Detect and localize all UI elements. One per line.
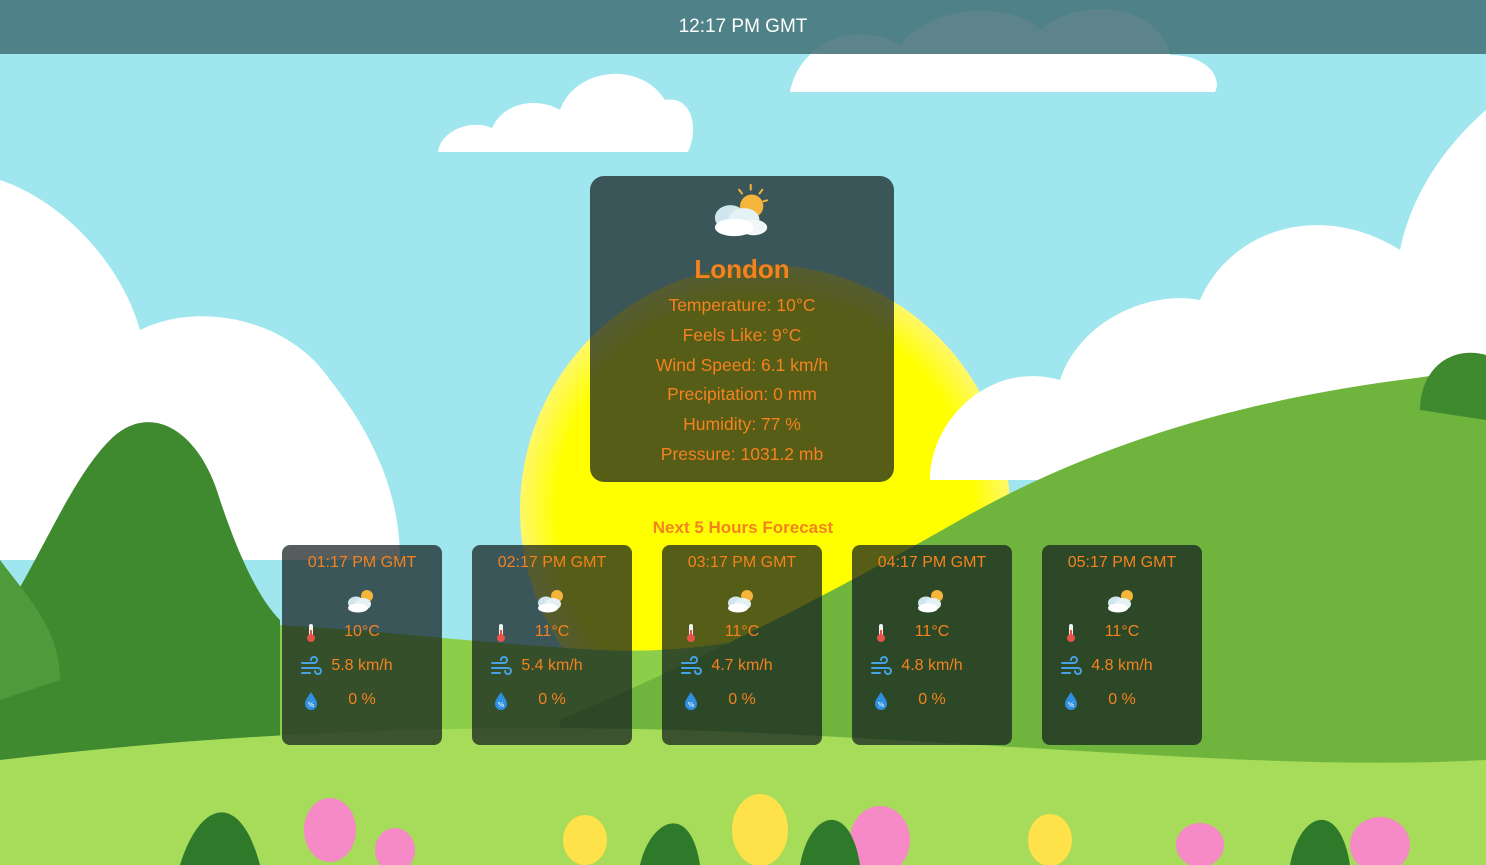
partly-cloudy-icon	[918, 590, 943, 613]
forecast-card: 01:17 PM GMT 10°C 5.8 km/h % 0 %	[282, 545, 442, 745]
forecast-temp: 10°C	[344, 623, 380, 640]
partly-cloudy-icon	[728, 590, 753, 613]
forecast-temp: 11°C	[914, 623, 950, 640]
forecast-precip: 0 %	[1108, 691, 1136, 708]
forecast-wind: 4.8 km/h	[1091, 657, 1153, 674]
top-time-bar: 12:17 PM GMT	[0, 0, 1486, 54]
forecast-wind: 4.8 km/h	[901, 657, 963, 674]
forecast-temp: 11°C	[724, 623, 760, 640]
forecast-precip: 0 %	[538, 691, 566, 708]
forecast-card: 05:17 PM GMT 11°C 4.8 km/h % 0 %	[1042, 545, 1202, 745]
temperature-label: Temperature: 10°C	[668, 295, 816, 315]
partly-cloudy-icon	[348, 590, 373, 613]
humidity-label: Humidity: 77 %	[683, 414, 801, 435]
pressure-label: Pressure: 1031.2 mb	[660, 443, 824, 464]
partly-cloudy-icon	[538, 590, 563, 613]
city-name: London	[694, 254, 790, 284]
forecast-precip: 0 %	[348, 691, 376, 708]
forecast-precip: 0 %	[918, 691, 946, 708]
forecast-precip: 0 %	[728, 691, 756, 708]
forecast-time: 05:17 PM GMT	[1067, 554, 1177, 571]
precipitation-label: Precipitation: 0 mm	[667, 384, 817, 405]
forecast-wind: 5.4 km/h	[521, 657, 583, 674]
forecast-wind: 5.8 km/h	[331, 657, 393, 674]
current-weather-card: London Temperature: 10°C Feels Like: 9°C…	[590, 176, 894, 482]
forecast-time: 04:17 PM GMT	[877, 554, 987, 571]
forecast-card: 03:17 PM GMT 11°C 4.7 km/h % 0 %	[662, 545, 822, 745]
forecast-wind: 4.7 km/h	[711, 657, 773, 674]
partly-cloudy-icon	[714, 183, 769, 237]
forecast-card: 02:17 PM GMT 11°C 5.4 km/h % 0 %	[472, 545, 632, 745]
forecast-temp: 11°C	[534, 623, 570, 640]
feels-like-label: Feels Like: 9°C	[682, 324, 802, 345]
current-time: 12:17 PM GMT	[678, 16, 808, 37]
forecast-time: 03:17 PM GMT	[687, 554, 797, 571]
forecast-temp: 11°C	[1104, 623, 1140, 640]
forecast-time: 02:17 PM GMT	[497, 554, 607, 571]
forecast-card: 04:17 PM GMT 11°C 4.8 km/h % 0 %	[852, 545, 1012, 745]
forecast-title: Next 5 Hours Forecast	[652, 518, 834, 537]
forecast-list: 01:17 PM GMT 10°C 5.8 km/h % 0 % 02:17 PM…	[282, 545, 1202, 745]
wind-speed-label: Wind Speed: 6.1 km/h	[655, 354, 829, 375]
forecast-time: 01:17 PM GMT	[307, 554, 417, 571]
partly-cloudy-icon	[1108, 590, 1133, 613]
